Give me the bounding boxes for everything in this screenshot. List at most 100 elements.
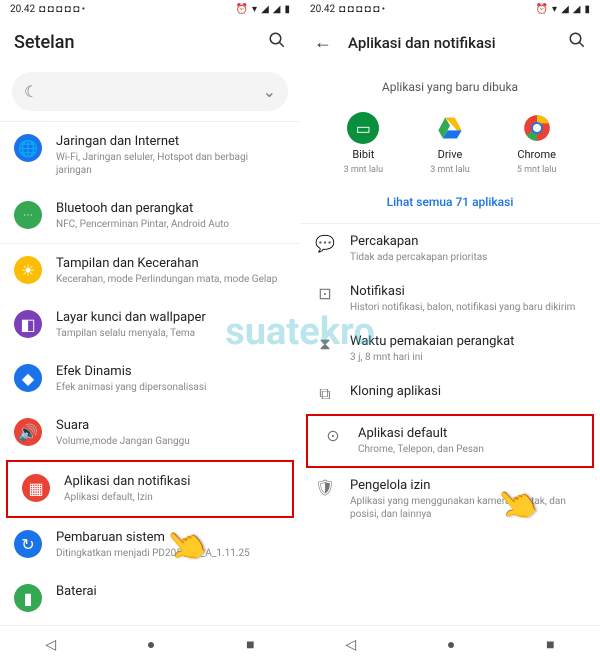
- status-dots: ◘ ◘ ◘ ◘ ◘ •: [339, 4, 385, 15]
- nav-bar: ◁ ● ■: [300, 625, 600, 663]
- sub-sub: Chrome, Telepon, dan Pesan: [358, 443, 578, 456]
- setting-sub: Ditingkatkan menjadi PD205 _EX_A_1.11.25: [56, 547, 286, 560]
- battery-row-icon: ▮: [14, 584, 42, 612]
- search-icon[interactable]: [568, 31, 586, 54]
- setting-sub: Efek animasi yang dipersonalisasi: [56, 381, 286, 394]
- nav-home[interactable]: ●: [447, 636, 455, 653]
- sub-title: Kloning aplikasi: [350, 384, 586, 399]
- notification-icon: ⊡: [314, 284, 336, 303]
- app-time: 3 mnt lalu: [344, 165, 384, 175]
- chrome-icon: [521, 112, 553, 144]
- setting-title: Suara: [56, 418, 286, 433]
- signal-icon-2: ◢: [573, 4, 581, 15]
- signal-icon: ◢: [261, 4, 269, 15]
- globe-icon: 🌐: [14, 134, 42, 162]
- setting-title: Bluetooh dan perangkat: [56, 201, 286, 216]
- setting-sub: Wi-Fi, Jaringan seluler, Hotspot dan ber…: [56, 151, 286, 177]
- nav-recent[interactable]: ■: [546, 636, 554, 653]
- drive-icon: [434, 112, 466, 144]
- setting-sub: NFC, Pencerminan Pintar, Android Auto: [56, 218, 286, 231]
- dynamic-icon: ◆: [14, 364, 42, 392]
- sub-sub: Aplikasi yang menggunakan kamera, kontak…: [350, 495, 586, 521]
- app-name: Bibit: [352, 148, 374, 161]
- status-time: 20.42: [310, 4, 335, 15]
- header-left: Setelan: [0, 19, 300, 66]
- apps-icon: ▦: [22, 474, 50, 502]
- sub-title: Pengelola izin: [350, 478, 586, 493]
- sub-title: Notifikasi: [350, 284, 586, 299]
- page-title: Aplikasi dan notifikasi: [348, 34, 552, 52]
- bluetooth-icon: ⋯: [14, 201, 42, 229]
- wifi-icon: ▾: [552, 4, 557, 15]
- setting-title: Jaringan dan Internet: [56, 134, 286, 149]
- moon-icon: ☾: [24, 82, 38, 101]
- nav-home[interactable]: ●: [147, 636, 155, 653]
- sub-conversations[interactable]: 💬 Percakapan Tidak ada percakapan priori…: [300, 224, 600, 274]
- setting-battery[interactable]: ▮ Baterai: [0, 572, 300, 624]
- see-all-apps[interactable]: Lihat semua 71 aplikasi: [300, 187, 600, 223]
- status-right-icons: ⏰ ▾ ◢ ◢ ▮: [236, 4, 290, 15]
- setting-dynamic[interactable]: ◆ Efek Dinamis Efek animasi yang diperso…: [0, 352, 300, 406]
- app-name: Drive: [438, 148, 463, 161]
- sub-sub: Tidak ada percakapan prioritas: [350, 251, 586, 264]
- sub-title: Percakapan: [350, 234, 586, 249]
- status-bar: 20.42 ◘ ◘ ◘ ◘ ◘ • ⏰ ▾ ◢ ◢ ▮: [300, 0, 600, 19]
- setting-title: Aplikasi dan notifikasi: [64, 474, 278, 489]
- search-icon[interactable]: [268, 31, 286, 54]
- app-drive[interactable]: Drive 3 mnt lalu: [430, 112, 470, 175]
- sound-icon: 🔊: [14, 418, 42, 446]
- alarm-icon: ⏰: [236, 4, 248, 15]
- back-icon[interactable]: ←: [314, 32, 332, 53]
- dnd-toggle[interactable]: ☾ ⌄: [12, 72, 288, 111]
- sub-title: Aplikasi default: [358, 426, 578, 441]
- nav-recent[interactable]: ■: [246, 636, 254, 653]
- sub-default-apps[interactable]: ⊙ Aplikasi default Chrome, Telepon, dan …: [308, 416, 592, 466]
- signal-icon-2: ◢: [273, 4, 281, 15]
- app-time: 3 mnt lalu: [430, 165, 470, 175]
- battery-icon: ▮: [284, 4, 290, 15]
- subsettings-list[interactable]: 💬 Percakapan Tidak ada percakapan priori…: [300, 223, 600, 625]
- sub-title: Waktu pemakaian perangkat: [350, 334, 586, 349]
- shield-icon: 🛡: [314, 478, 336, 497]
- sub-notifications[interactable]: ⊡ Notifikasi Histori notifikasi, balon, …: [300, 274, 600, 324]
- settings-list[interactable]: 🌐 Jaringan dan Internet Wi-Fi, Jaringan …: [0, 121, 300, 625]
- app-bibit[interactable]: ▭ Bibit 3 mnt lalu: [344, 112, 384, 175]
- hourglass-icon: ⧗: [314, 334, 336, 354]
- setting-sub: Kecerahan, mode Perlindungan mata, mode …: [56, 273, 286, 286]
- nav-back[interactable]: ◁: [45, 637, 56, 653]
- setting-title: Tampilan dan Kecerahan: [56, 256, 286, 271]
- setting-lockscreen[interactable]: ◧ Layar kunci dan wallpaper Tampilan sel…: [0, 298, 300, 352]
- header-right: ← Aplikasi dan notifikasi: [300, 19, 600, 66]
- battery-icon: ▮: [584, 4, 590, 15]
- setting-title: Layar kunci dan wallpaper: [56, 310, 286, 325]
- setting-bluetooth[interactable]: ⋯ Bluetooh dan perangkat NFC, Pencermina…: [0, 189, 300, 243]
- sub-clone[interactable]: ⧉ Kloning aplikasi: [300, 374, 600, 414]
- sub-permissions[interactable]: 🛡 Pengelola izin Aplikasi yang menggunak…: [300, 468, 600, 531]
- recent-section-title: Aplikasi yang baru dibuka: [300, 66, 600, 104]
- status-bar: 20.42 ◘ ◘ ◘ ◘ ◘ • ⏰ ▾ ◢ ◢ ▮: [0, 0, 300, 19]
- bibit-icon: ▭: [347, 112, 379, 144]
- status-dots: ◘ ◘ ◘ ◘ ◘ •: [39, 4, 85, 15]
- setting-system-update[interactable]: ↻ Pembaruan sistem Ditingkatkan menjadi …: [0, 518, 300, 572]
- app-chrome[interactable]: Chrome 5 mnt lalu: [517, 112, 557, 175]
- sub-screentime[interactable]: ⧗ Waktu pemakaian perangkat 3 j, 8 mnt h…: [300, 324, 600, 374]
- setting-sound[interactable]: 🔊 Suara Volume,mode Jangan Ganggu: [0, 406, 300, 460]
- nav-back[interactable]: ◁: [345, 637, 356, 653]
- setting-display[interactable]: ☀ Tampilan dan Kecerahan Kecerahan, mode…: [0, 244, 300, 298]
- app-name: Chrome: [517, 148, 556, 161]
- chevron-down-icon: ⌄: [263, 82, 276, 101]
- apps-notif-screen-right: 20.42 ◘ ◘ ◘ ◘ ◘ • ⏰ ▾ ◢ ◢ ▮ ← Aplikasi d…: [300, 0, 600, 663]
- brightness-icon: ☀: [14, 256, 42, 284]
- sub-sub: Histori notifikasi, balon, notifikasi ya…: [350, 301, 586, 314]
- wallpaper-icon: ◧: [14, 310, 42, 338]
- status-time: 20.42: [10, 4, 35, 15]
- chat-icon: 💬: [314, 234, 336, 253]
- status-right-icons: ⏰ ▾ ◢ ◢ ▮: [536, 4, 590, 15]
- default-apps-icon: ⊙: [322, 426, 344, 445]
- setting-network[interactable]: 🌐 Jaringan dan Internet Wi-Fi, Jaringan …: [0, 122, 300, 189]
- page-title: Setelan: [14, 32, 252, 53]
- setting-title: Efek Dinamis: [56, 364, 286, 379]
- setting-apps-notifications[interactable]: ▦ Aplikasi dan notifikasi Aplikasi defau…: [8, 462, 292, 516]
- clone-icon: ⧉: [314, 384, 336, 404]
- wifi-icon: ▾: [252, 4, 257, 15]
